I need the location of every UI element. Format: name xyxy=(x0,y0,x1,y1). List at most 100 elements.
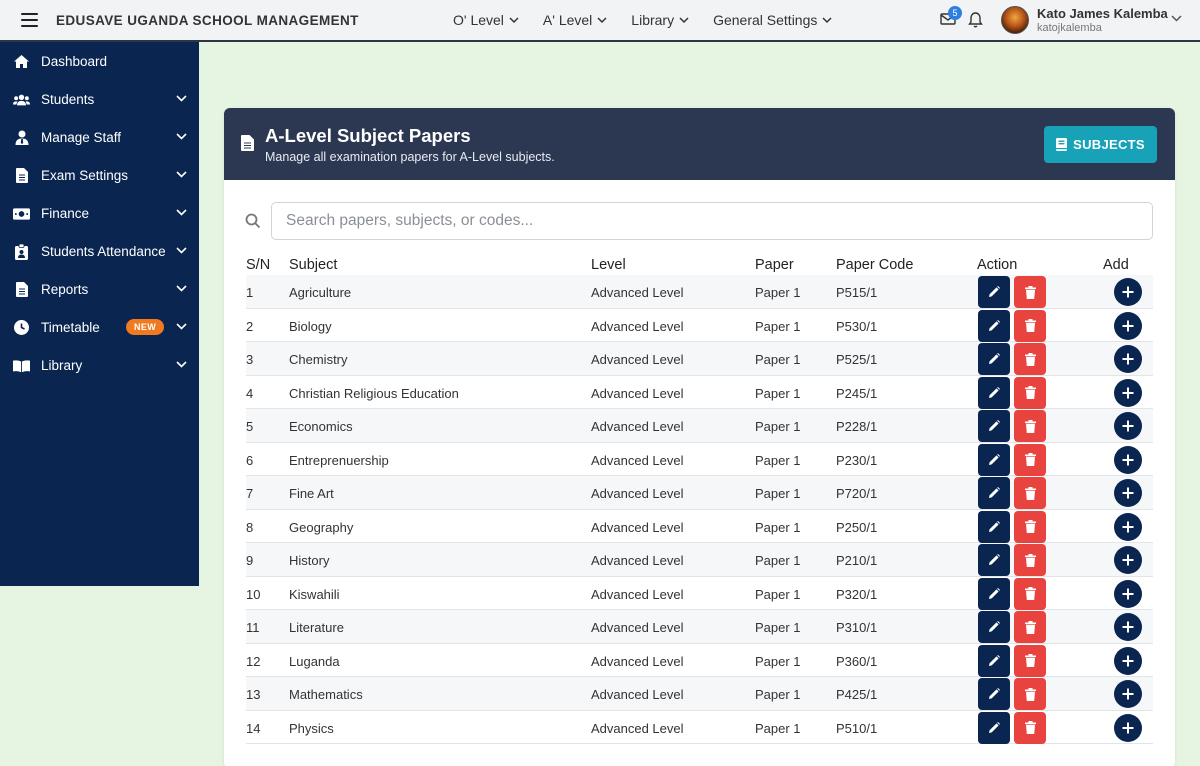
sidebar-item-manage-staff[interactable]: Manage Staff xyxy=(0,118,199,156)
nav-general-settings-label: General Settings xyxy=(713,12,818,28)
cell-level: Advanced Level xyxy=(591,687,684,702)
edit-button[interactable] xyxy=(978,376,1010,409)
add-paper-button[interactable] xyxy=(1114,546,1142,574)
add-paper-button[interactable] xyxy=(1114,345,1142,373)
sidebar: Dashboard Students Manage Staff Exam Set… xyxy=(0,42,199,586)
pencil-icon xyxy=(989,520,1000,532)
add-paper-button[interactable] xyxy=(1114,680,1142,708)
edit-button[interactable] xyxy=(978,644,1010,677)
delete-button[interactable] xyxy=(1014,443,1046,476)
header-level: Level xyxy=(591,257,626,273)
add-paper-button[interactable] xyxy=(1114,278,1142,306)
sidebar-item-students-attendance[interactable]: Students Attendance xyxy=(0,232,199,270)
add-paper-button[interactable] xyxy=(1114,579,1142,608)
pencil-icon xyxy=(989,554,1000,565)
cell-level: Advanced Level xyxy=(591,720,684,736)
nav-library[interactable]: Library xyxy=(631,12,689,28)
sidebar-item-label: Students Attendance xyxy=(41,244,166,259)
pencil-icon xyxy=(989,353,1000,364)
delete-button[interactable] xyxy=(1014,343,1046,375)
sidebar-item-dashboard[interactable]: Dashboard xyxy=(0,42,199,80)
users-icon xyxy=(13,92,30,107)
delete-button[interactable] xyxy=(1014,577,1046,610)
chevron-down-icon[interactable] xyxy=(1171,15,1182,22)
delete-button[interactable] xyxy=(1014,711,1046,744)
add-paper-button[interactable] xyxy=(1114,412,1142,440)
edit-button[interactable] xyxy=(978,577,1010,610)
delete-button[interactable] xyxy=(1014,276,1046,308)
edit-button[interactable] xyxy=(978,510,1010,543)
delete-button[interactable] xyxy=(1014,510,1046,543)
sidebar-item-students[interactable]: Students xyxy=(0,80,199,118)
edit-button[interactable] xyxy=(978,343,1010,375)
delete-button[interactable] xyxy=(1014,477,1046,509)
plus-icon xyxy=(1122,487,1134,499)
bell-icon[interactable] xyxy=(968,11,983,28)
page-title: A-Level Subject Papers xyxy=(265,125,471,146)
nav-o-level[interactable]: O' Level xyxy=(453,12,519,28)
edit-button[interactable] xyxy=(978,477,1010,509)
cell-paper: Paper 1 xyxy=(755,553,801,568)
cell-paper-code: P228/1 xyxy=(836,419,878,434)
subjects-button[interactable]: SUBJECTS xyxy=(1044,126,1157,163)
delete-button[interactable] xyxy=(1014,544,1046,576)
edit-button[interactable] xyxy=(978,611,1010,643)
chevron-down-icon xyxy=(176,247,187,254)
cell-paper-code: P360/1 xyxy=(836,653,878,669)
cell-subject: Geography xyxy=(289,519,354,535)
chevron-down-icon xyxy=(176,95,187,102)
add-paper-button[interactable] xyxy=(1114,378,1142,407)
edit-button[interactable] xyxy=(978,309,1010,342)
user-name[interactable]: Kato James Kalemba xyxy=(1037,6,1168,21)
pencil-icon xyxy=(989,587,1000,599)
header-subject: Subject xyxy=(289,257,338,273)
delete-button[interactable] xyxy=(1014,678,1046,710)
sidebar-item-exam-settings[interactable]: Exam Settings xyxy=(0,156,199,194)
edit-button[interactable] xyxy=(978,544,1010,576)
add-paper-button[interactable] xyxy=(1114,512,1142,541)
edit-button[interactable] xyxy=(978,443,1010,476)
sidebar-item-finance[interactable]: Finance xyxy=(0,194,199,232)
add-paper-button[interactable] xyxy=(1114,713,1142,742)
table-header: S/N Subject Level Paper Paper Code Actio… xyxy=(246,256,1153,276)
delete-button[interactable] xyxy=(1014,611,1046,643)
menu-toggle-icon[interactable] xyxy=(21,13,38,27)
plus-icon xyxy=(1122,454,1134,465)
avatar[interactable] xyxy=(1001,6,1029,34)
cell-sn: 4 xyxy=(246,385,254,401)
cell-subject: Physics xyxy=(289,720,334,736)
cell-subject: Luganda xyxy=(289,653,340,669)
cell-paper: Paper 1 xyxy=(755,519,801,535)
add-paper-button[interactable] xyxy=(1114,445,1142,474)
delete-button[interactable] xyxy=(1014,644,1046,677)
add-paper-button[interactable] xyxy=(1114,311,1142,340)
pencil-icon xyxy=(989,721,1000,733)
search-input[interactable] xyxy=(271,202,1153,240)
add-paper-button[interactable] xyxy=(1114,479,1142,507)
nav-general-settings[interactable]: General Settings xyxy=(713,12,832,28)
trash-icon xyxy=(1024,553,1036,567)
edit-button[interactable] xyxy=(978,678,1010,710)
add-paper-button[interactable] xyxy=(1114,613,1142,641)
cell-paper-code: P310/1 xyxy=(836,620,878,635)
cell-paper-code: P510/1 xyxy=(836,720,878,736)
sidebar-item-library[interactable]: Library xyxy=(0,346,199,384)
app-brand[interactable]: EDUSAVE UGANDA SCHOOL MANAGEMENT xyxy=(56,13,359,28)
edit-button[interactable] xyxy=(978,276,1010,308)
table-row: 1 Agriculture Advanced Level Paper 1 P51… xyxy=(246,275,1153,309)
edit-button[interactable] xyxy=(978,711,1010,744)
sidebar-item-timetable[interactable]: Timetable NEW xyxy=(0,308,199,346)
delete-button[interactable] xyxy=(1014,410,1046,442)
sidebar-item-reports[interactable]: Reports xyxy=(0,270,199,308)
add-paper-button[interactable] xyxy=(1114,646,1142,675)
nav-a-level[interactable]: A' Level xyxy=(543,12,607,28)
pencil-icon xyxy=(989,688,1000,699)
trash-icon xyxy=(1024,587,1036,600)
delete-button[interactable] xyxy=(1014,309,1046,342)
cell-sn: 7 xyxy=(246,486,254,501)
cell-paper-code: P720/1 xyxy=(836,486,878,501)
clipboard-user-icon xyxy=(13,243,30,260)
sidebar-item-label: Finance xyxy=(41,206,90,221)
edit-button[interactable] xyxy=(978,410,1010,442)
delete-button[interactable] xyxy=(1014,376,1046,409)
